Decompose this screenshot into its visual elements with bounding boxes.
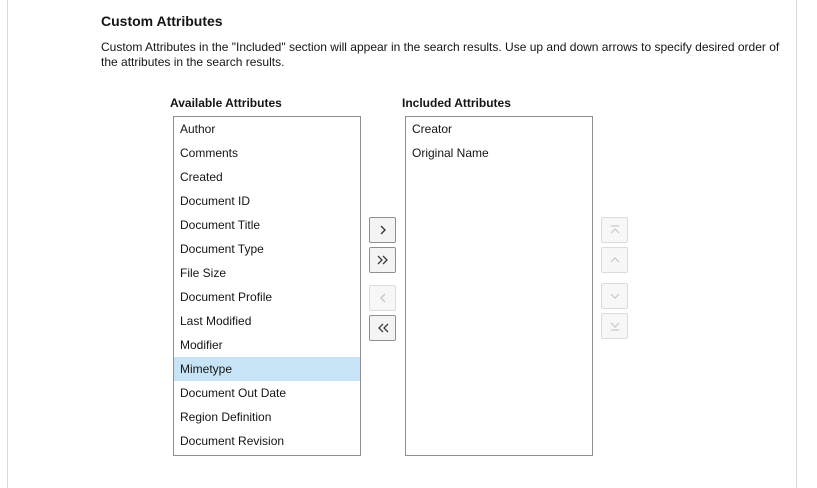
chevron-up-icon (609, 254, 621, 266)
double-chevron-right-icon (376, 254, 390, 266)
list-item[interactable]: Creator (406, 117, 592, 141)
arrow-to-bottom-icon (609, 320, 621, 332)
list-item[interactable]: Document Revision (174, 429, 360, 453)
included-attributes-listbox[interactable]: Creator Original Name (405, 116, 593, 456)
list-item[interactable]: Modifier (174, 333, 360, 357)
section-description: Custom Attributes in the "Included" sect… (101, 40, 780, 69)
move-right-button[interactable] (369, 217, 396, 243)
included-attributes-label: Included Attributes (402, 96, 511, 110)
list-item[interactable]: Region Definition (174, 405, 360, 429)
move-up-button[interactable] (601, 247, 628, 273)
available-attributes-label: Available Attributes (170, 96, 282, 110)
list-item[interactable]: Mimetype (174, 357, 360, 381)
double-chevron-left-icon (376, 322, 390, 334)
chevron-down-icon (609, 290, 621, 302)
custom-attributes-panel (7, 0, 797, 488)
list-item[interactable]: Last Modified (174, 309, 360, 333)
list-item[interactable]: Document ID (174, 189, 360, 213)
move-to-top-button[interactable] (601, 217, 628, 243)
move-down-button[interactable] (601, 283, 628, 309)
list-item[interactable]: File Size (174, 261, 360, 285)
available-attributes-listbox[interactable]: Author Comments Created Document ID Document… (173, 116, 361, 456)
list-item[interactable]: Document Type (174, 237, 360, 261)
list-item[interactable]: Document Profile (174, 285, 360, 309)
move-all-right-button[interactable] (369, 247, 396, 273)
list-item[interactable]: Comments (174, 141, 360, 165)
list-item[interactable]: Author (174, 117, 360, 141)
chevron-left-icon (378, 292, 388, 304)
chevron-right-icon (378, 224, 388, 236)
list-item[interactable]: Document Out Date (174, 381, 360, 405)
list-item[interactable]: Document Title (174, 213, 360, 237)
move-all-left-button[interactable] (369, 315, 396, 341)
list-item[interactable]: Original Name (406, 141, 592, 165)
move-to-bottom-button[interactable] (601, 313, 628, 339)
arrow-to-top-icon (609, 224, 621, 236)
move-left-button[interactable] (369, 285, 396, 311)
list-item[interactable]: Created (174, 165, 360, 189)
section-title: Custom Attributes (101, 13, 223, 29)
